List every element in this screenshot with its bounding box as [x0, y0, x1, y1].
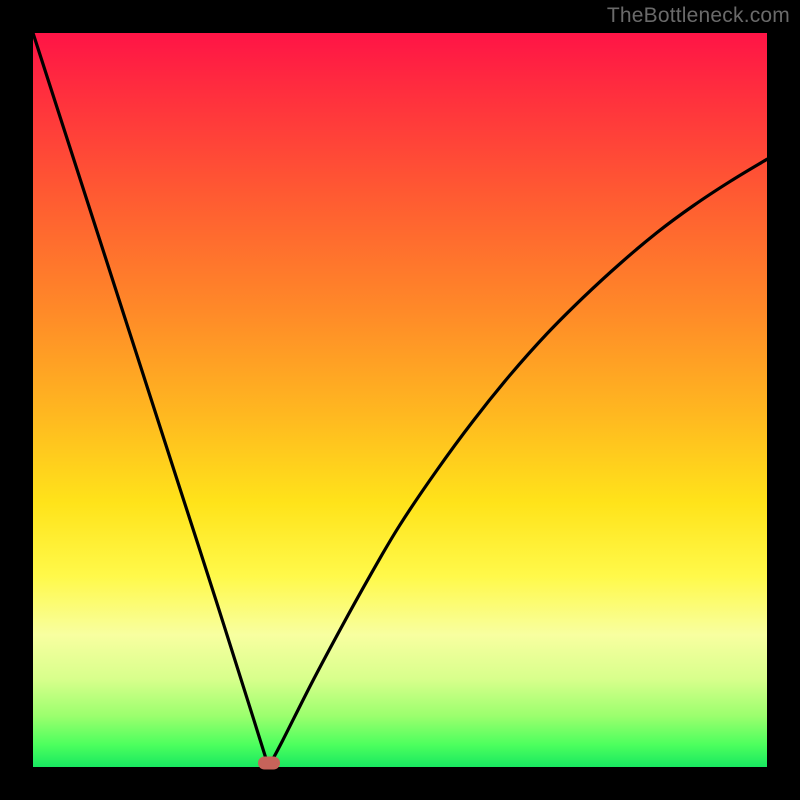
curve-path: [33, 33, 767, 767]
watermark-text: TheBottleneck.com: [607, 4, 790, 28]
bottleneck-curve: [33, 33, 767, 767]
chart-frame: TheBottleneck.com: [0, 0, 800, 800]
optimal-marker: [258, 756, 280, 769]
plot-area: [33, 33, 767, 767]
